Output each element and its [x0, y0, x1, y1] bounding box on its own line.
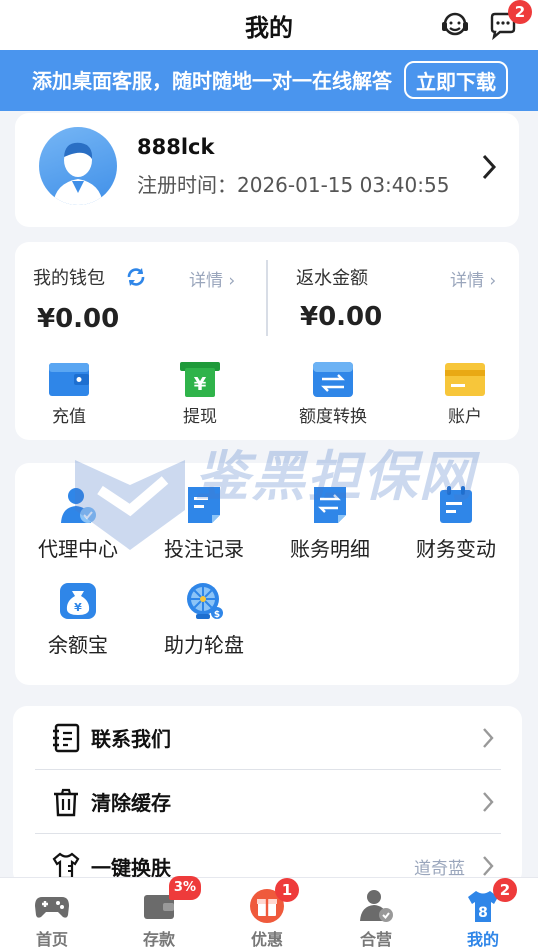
account-detail-label: 账务明细	[290, 537, 370, 561]
finance-change-icon	[436, 485, 476, 525]
nav-deposit-text: 存款	[142, 930, 175, 949]
recharge-button[interactable]: 充值	[24, 360, 114, 427]
avatar	[39, 127, 117, 205]
top-header: 我的 2	[0, 0, 538, 50]
deposit-badge: 3%	[168, 876, 201, 900]
message-icon[interactable]: 2	[486, 0, 532, 42]
svg-text:$: $	[214, 610, 220, 620]
wallet-icon	[48, 360, 90, 398]
quota-transfer-button[interactable]: 额度转换	[288, 360, 378, 427]
nav-mine-label: 我的	[466, 930, 499, 949]
page-title: 我的	[245, 13, 293, 42]
contact-us-label: 联系我们	[91, 727, 171, 751]
nav-home-label: 首页	[35, 930, 68, 949]
chevron-right-icon[interactable]	[479, 153, 499, 185]
yuebao-button[interactable]: ¥ 余额宝	[15, 581, 141, 658]
recharge-label: 充值	[52, 407, 86, 427]
reg-time-value: 2026-01-15 03:40:55	[237, 173, 450, 197]
yuebao-label: 余额宝	[48, 633, 108, 657]
bet-record-button[interactable]: 投注记录	[141, 485, 267, 562]
bet-record-label: 投注记录	[164, 537, 244, 561]
customer-service-icon[interactable]	[438, 8, 472, 42]
agent-center-label: 代理中心	[38, 537, 118, 561]
rebate-label: 返水金额	[296, 268, 368, 289]
nav-mine[interactable]: 8 2 我的	[443, 878, 523, 950]
account-button[interactable]: 账户	[420, 360, 510, 427]
account-label: 账户	[448, 407, 482, 427]
svg-text:8: 8	[478, 905, 488, 921]
quota-transfer-label: 额度转换	[299, 407, 367, 427]
wallet-label: 我的钱包	[33, 268, 105, 289]
withdraw-label: 提现	[183, 407, 217, 427]
wheel-icon: $	[184, 581, 224, 621]
withdraw-icon: ¥	[179, 360, 221, 398]
nav-partner[interactable]: 合营	[336, 888, 416, 950]
svg-text:¥: ¥	[74, 601, 82, 614]
wallet-divider	[266, 260, 268, 336]
jersey-icon: 8 2	[465, 878, 517, 924]
account-detail-icon	[310, 485, 350, 525]
message-badge: 2	[508, 0, 532, 24]
svg-text:¥: ¥	[194, 374, 207, 395]
wallet-amount: ¥0.00	[37, 304, 120, 334]
withdraw-button[interactable]: ¥ 提现	[155, 360, 245, 427]
partner-user-icon	[358, 888, 394, 924]
clear-cache-label: 清除缓存	[91, 791, 171, 815]
account-detail-button[interactable]: 账务明细	[267, 485, 393, 562]
rebate-amount: ¥0.00	[300, 302, 383, 332]
download-banner: 添加桌面客服，随时随地一对一在线解答 立即下载	[0, 50, 538, 111]
trash-icon	[51, 787, 81, 817]
download-now-button[interactable]: 立即下载	[404, 61, 508, 99]
profile-card[interactable]: 888lck 注册时间：2026-01-15 03:40:55	[15, 113, 519, 227]
chevron-right-icon	[481, 726, 495, 754]
nav-home[interactable]: 首页	[12, 888, 92, 950]
nav-partner-label: 合营	[359, 930, 392, 949]
nav-deposit[interactable]: 3% 3% 存款	[119, 876, 201, 950]
settings-menu: 联系我们 清除缓存 一键换肤 道奇蓝	[13, 706, 522, 886]
rebate-detail-link[interactable]: 详情 ›	[450, 266, 496, 291]
wallet-card: 我的钱包 详情 › ¥0.00 返水金额 详情 › ¥0.00 充值 ¥ 提现 …	[15, 242, 519, 440]
username: 888lck	[137, 135, 215, 159]
gift-icon: 1	[249, 878, 299, 924]
lucky-wheel-label: 助力轮盘	[164, 633, 244, 657]
lucky-wheel-button[interactable]: $ 助力轮盘	[141, 581, 267, 658]
agent-icon	[58, 485, 98, 525]
reg-label: 注册时间：	[137, 173, 237, 197]
finance-change-button[interactable]: 财务变动	[393, 485, 519, 562]
services-card: 代理中心 投注记录 账务明细 财务变动 ¥ 余额宝 $ 助力轮盘	[15, 463, 519, 685]
bottom-navigation: 首页 3% 3% 存款 1 优惠	[0, 876, 538, 952]
wallet-detail-link[interactable]: 详情 ›	[189, 266, 235, 291]
refresh-icon[interactable]	[125, 266, 147, 292]
money-bag-icon: ¥	[58, 581, 98, 621]
registration-time: 注册时间：2026-01-15 03:40:55	[137, 169, 449, 198]
contact-us-row[interactable]: 联系我们	[35, 706, 501, 770]
promotions-badge: 1	[275, 878, 299, 902]
bet-record-icon	[184, 485, 224, 525]
agent-center-button[interactable]: 代理中心	[15, 485, 141, 562]
card-icon	[444, 360, 486, 398]
finance-change-label: 财务变动	[416, 537, 496, 561]
chevron-right-icon	[481, 790, 495, 818]
nav-promotions-label: 优惠	[250, 930, 283, 949]
contact-book-icon	[51, 723, 81, 753]
mine-badge: 2	[493, 878, 517, 902]
nav-promotions[interactable]: 1 优惠	[227, 878, 307, 950]
current-skin-value: 道奇蓝	[414, 858, 465, 879]
gamepad-icon	[34, 888, 70, 924]
clear-cache-row[interactable]: 清除缓存	[35, 770, 501, 834]
transfer-icon	[312, 360, 354, 398]
deposit-wallet-icon: 3%	[141, 876, 201, 924]
banner-text: 添加桌面客服，随时随地一对一在线解答	[32, 68, 392, 93]
